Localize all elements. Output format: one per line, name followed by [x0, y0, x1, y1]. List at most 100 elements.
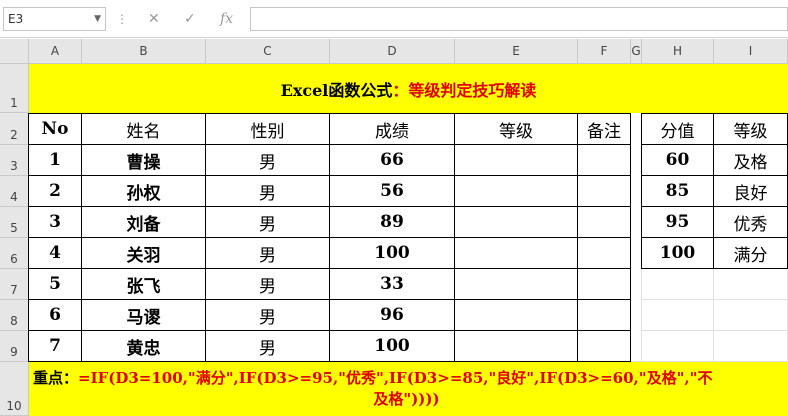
grade-cell[interactable] — [455, 269, 578, 300]
column-header-i[interactable]: I — [714, 39, 788, 64]
gender-cell[interactable]: 男 — [206, 176, 330, 207]
score-cell[interactable]: 100 — [330, 238, 455, 269]
name-cell[interactable]: 曹操 — [82, 145, 206, 176]
remark-cell[interactable] — [578, 176, 631, 207]
formula-note-cell[interactable]: 重点：=IF(D3=100,"满分",IF(D3>=95,"优秀",IF(D3>… — [29, 362, 788, 416]
score-cell[interactable]: 100 — [330, 331, 455, 362]
row-header-8[interactable]: 8 — [0, 300, 29, 331]
remark-cell[interactable] — [578, 331, 631, 362]
row-header-4[interactable]: 4 — [0, 176, 29, 207]
row-header-2[interactable]: 2 — [0, 113, 29, 145]
remark-header[interactable]: 备注 — [578, 113, 631, 145]
column-header-f[interactable]: F — [578, 39, 631, 64]
column-header-e[interactable]: E — [455, 39, 578, 64]
remark-cell[interactable] — [578, 145, 631, 176]
level-cell[interactable]: 优秀 — [714, 207, 788, 238]
gender-cell[interactable]: 男 — [206, 207, 330, 238]
column-header-a[interactable]: A — [29, 39, 82, 64]
function-icon[interactable]: fx — [220, 9, 233, 29]
note-formula-line1: =IF(D3=100,"满分",IF(D3>=95,"优秀",IF(D3>=85… — [78, 369, 713, 387]
level-cell[interactable]: 良好 — [714, 176, 788, 207]
row-header-5[interactable]: 5 — [0, 207, 29, 238]
name-cell[interactable]: 关羽 — [82, 238, 206, 269]
row-header-3[interactable]: 3 — [0, 145, 29, 176]
no-cell[interactable]: 3 — [28, 207, 82, 238]
grade-cell[interactable] — [455, 331, 578, 362]
title-text-main: Excel函数公式 — [280, 80, 393, 100]
remark-cell[interactable] — [578, 269, 631, 300]
score-cell[interactable]: 33 — [330, 269, 455, 300]
gender-header[interactable]: 性别 — [206, 113, 330, 145]
no-cell[interactable]: 6 — [28, 300, 82, 331]
column-header-c[interactable]: C — [206, 39, 330, 64]
gender-cell[interactable]: 男 — [206, 300, 330, 331]
empty-cell[interactable] — [642, 331, 714, 362]
grade-cell[interactable] — [455, 300, 578, 331]
no-cell[interactable]: 2 — [28, 176, 82, 207]
no-cell[interactable]: 1 — [28, 145, 82, 176]
name-cell[interactable]: 刘备 — [82, 207, 206, 238]
column-header-d[interactable]: D — [330, 39, 455, 64]
grade-header[interactable]: 等级 — [455, 113, 578, 145]
enter-icon[interactable]: ✓ — [184, 9, 196, 29]
remark-cell[interactable] — [578, 207, 631, 238]
gender-cell[interactable]: 男 — [206, 331, 330, 362]
score-threshold-cell[interactable]: 95 — [641, 207, 714, 238]
row-header-6[interactable]: 6 — [0, 238, 29, 269]
note-formula-line2: 及格")))) — [373, 390, 440, 408]
empty-cell[interactable] — [642, 269, 714, 300]
title-cell[interactable]: Excel函数公式 ：等级判定技巧解读 — [29, 64, 788, 113]
name-cell[interactable]: 张飞 — [82, 269, 206, 300]
name-cell[interactable]: 黄忠 — [82, 331, 206, 362]
column-header-h[interactable]: H — [642, 39, 714, 64]
gender-cell[interactable]: 男 — [206, 145, 330, 176]
score-threshold-header[interactable]: 分值 — [641, 113, 714, 145]
name-cell[interactable]: 孙权 — [82, 176, 206, 207]
row-header-1[interactable]: 1 — [0, 64, 29, 113]
name-box[interactable]: E3 ▼ — [3, 7, 106, 31]
level-header[interactable]: 等级 — [714, 113, 788, 145]
grade-cell[interactable] — [455, 207, 578, 238]
no-header[interactable]: No — [28, 113, 82, 145]
score-header[interactable]: 成绩 — [330, 113, 455, 145]
name-header[interactable]: 姓名 — [82, 113, 206, 145]
remark-cell[interactable] — [578, 238, 631, 269]
remark-cell[interactable] — [578, 300, 631, 331]
formula-input[interactable] — [250, 7, 788, 31]
grade-cell[interactable] — [455, 238, 578, 269]
no-cell[interactable]: 7 — [28, 331, 82, 362]
row-header-9[interactable]: 9 — [0, 331, 29, 362]
empty-cell[interactable] — [714, 269, 788, 300]
score-cell[interactable]: 89 — [330, 207, 455, 238]
empty-cell[interactable] — [631, 269, 642, 362]
empty-cell[interactable] — [714, 300, 788, 331]
no-cell[interactable]: 4 — [28, 238, 82, 269]
score-threshold-cell[interactable]: 60 — [641, 145, 714, 176]
score-threshold-cell[interactable]: 100 — [641, 238, 714, 269]
column-header-g[interactable]: G — [631, 39, 642, 64]
gender-cell[interactable]: 男 — [206, 238, 330, 269]
note-label: 重点： — [33, 369, 79, 387]
empty-cell[interactable] — [642, 300, 714, 331]
name-cell[interactable]: 马谡 — [82, 300, 206, 331]
score-cell[interactable]: 56 — [330, 176, 455, 207]
name-box-value: E3 — [8, 12, 24, 26]
chevron-down-icon[interactable]: ▼ — [94, 8, 101, 30]
score-cell[interactable]: 66 — [330, 145, 455, 176]
column-header-b[interactable]: B — [82, 39, 206, 64]
level-cell[interactable]: 及格 — [714, 145, 788, 176]
title-text-sub: ：等级判定技巧解读 — [392, 80, 537, 100]
gender-cell[interactable]: 男 — [206, 269, 330, 300]
empty-cell[interactable] — [714, 331, 788, 362]
select-all-corner[interactable] — [0, 39, 29, 64]
row-header-7[interactable]: 7 — [0, 269, 29, 300]
level-cell[interactable]: 满分 — [714, 238, 788, 269]
grade-cell[interactable] — [455, 145, 578, 176]
row-header-10[interactable]: 10 — [0, 362, 29, 416]
cancel-icon[interactable]: ✕ — [148, 9, 160, 29]
more-icon: ⋮ — [116, 12, 128, 26]
grade-cell[interactable] — [455, 176, 578, 207]
score-cell[interactable]: 96 — [330, 300, 455, 331]
no-cell[interactable]: 5 — [28, 269, 82, 300]
score-threshold-cell[interactable]: 85 — [641, 176, 714, 207]
